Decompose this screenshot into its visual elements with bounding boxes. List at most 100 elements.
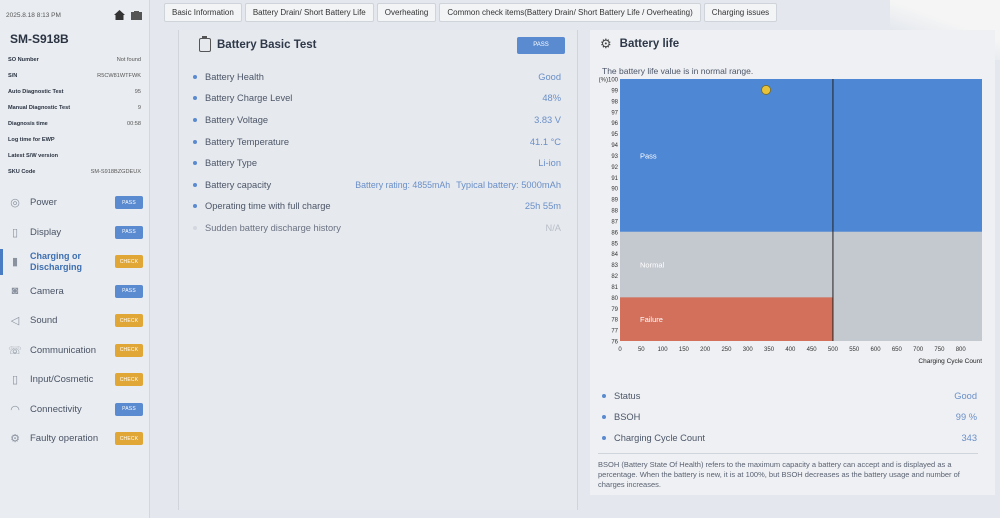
bullet <box>193 117 197 122</box>
info-key: Log time for EWP <box>8 137 55 143</box>
top-tabs: Basic Information Battery Drain/ Short Ba… <box>164 3 778 23</box>
test-value: 41.1 °C <box>529 136 561 147</box>
category-item[interactable]: ◎ Power PASS <box>0 188 149 218</box>
category-item[interactable]: ▮ Charging or Discharging CHECK <box>0 247 149 277</box>
tab[interactable]: Basic Information <box>164 3 242 22</box>
x-tick-label: 700 <box>913 347 924 353</box>
category-label: Connectivity <box>30 403 82 415</box>
y-tick-label: 89 <box>611 198 618 204</box>
y-tick-label: 88 <box>611 209 618 215</box>
test-value: N/A <box>545 222 562 233</box>
data-point <box>761 85 771 95</box>
test-value: 48% <box>542 93 561 104</box>
x-tick-label: 200 <box>700 347 711 353</box>
y-tick-label: 82 <box>611 274 618 280</box>
battery-basic-test-panel: Battery Basic Test PASS Battery Health Go… <box>178 30 578 510</box>
y-tick-label: 93 <box>611 154 618 160</box>
test-value: 25h 55m <box>524 201 561 212</box>
test-value-extra: Battery rating: 4855mAh <box>355 179 451 190</box>
category-item[interactable]: ⚙ Faulty operation CHECK <box>0 424 149 454</box>
y-tick-label: 84 <box>611 252 618 258</box>
info-row: SKU Code SM-S918BZGDEUX <box>8 164 141 180</box>
category-item[interactable]: ◙ Camera PASS <box>0 277 149 307</box>
bullet <box>193 139 197 144</box>
stat-label: Charging Cycle Count <box>614 432 705 443</box>
display-icon: ▯ <box>11 226 19 239</box>
info-row: Log time for EWP <box>8 132 141 148</box>
device-info-table: SO Number Not found S/N R5CW81WTFWK Auto Dia… <box>0 50 149 182</box>
category-item[interactable]: ▯ Display PASS <box>0 218 149 248</box>
category-label: Camera <box>30 285 64 297</box>
test-label: Operating time with full charge <box>205 201 331 212</box>
bullet <box>602 414 606 419</box>
bullet <box>193 225 197 230</box>
x-tick-label: 650 <box>892 347 903 353</box>
panel-title: Battery Basic Test <box>217 39 317 51</box>
info-key: Manual Diagnostic Test <box>8 105 71 111</box>
info-value: Not found <box>116 57 141 63</box>
wifi-icon: ◠ <box>10 403 20 416</box>
test-row: Sudden battery discharge history N/A <box>193 217 561 239</box>
test-value: Li-ion <box>538 158 561 169</box>
zone-label: Failure <box>640 315 663 324</box>
status-badge: PASS <box>115 225 143 239</box>
stat-row: BSOH 99 % <box>602 406 977 427</box>
battery-icon <box>131 10 142 20</box>
battery-life-chart: Pass Normal Failure 76 77 78 79 80 81 82 83 84 85 86 8… <box>599 78 983 366</box>
y-tick-label: (%)100 <box>599 78 619 84</box>
status-badge: CHECK <box>115 432 143 446</box>
tab[interactable]: Overheating <box>376 3 437 22</box>
category-label: Charging or Discharging <box>30 250 83 272</box>
gear-icon: ⚙ <box>600 36 612 51</box>
category-item[interactable]: ▯ Input/Cosmetic CHECK <box>0 365 149 395</box>
info-row: S/N R5CW81WTFWK <box>8 68 141 84</box>
status-badge: PASS <box>115 402 143 416</box>
stat-label: Status <box>614 390 641 401</box>
sidebar: 2025.8.18 8:13 PM SM-S918B SO Number Not … <box>0 0 150 518</box>
test-row: Operating time with full charge 25h 55m <box>193 196 561 218</box>
info-value: R5CW81WTFWK <box>97 73 141 79</box>
category-label: Display <box>30 226 62 238</box>
battery-test-icon <box>199 36 211 52</box>
test-label: Sudden battery discharge history <box>205 222 341 233</box>
x-tick-label: 150 <box>679 347 690 353</box>
test-value: Good <box>538 71 561 82</box>
y-tick-label: 98 <box>611 99 618 105</box>
category-item[interactable]: ◁ Sound CHECK <box>0 306 149 336</box>
battery-charging-icon: ▮ <box>11 256 19 269</box>
status-bar: 2025.8.18 8:13 PM <box>0 0 149 30</box>
camera-icon: ◙ <box>11 285 19 298</box>
test-label: Battery Temperature <box>205 136 290 147</box>
stat-row: Status Good <box>602 385 977 406</box>
info-key: SO Number <box>8 57 39 63</box>
bsoh-description: BSOH (Battery State Of Health) refers to… <box>598 453 978 490</box>
test-label: Battery Charge Level <box>205 93 293 104</box>
stat-value: 343 <box>961 432 977 443</box>
category-item[interactable]: ◠ Connectivity PASS <box>0 395 149 425</box>
home-icon[interactable] <box>114 10 125 20</box>
pass-button[interactable]: PASS <box>517 36 565 54</box>
status-badge: PASS <box>115 196 143 210</box>
tab[interactable]: Charging issues <box>703 3 778 22</box>
y-tick-label: 87 <box>611 219 618 225</box>
y-tick-label: 94 <box>611 143 618 149</box>
category-label: Faulty operation <box>30 433 99 445</box>
y-tick-label: 81 <box>611 285 618 291</box>
stat-row: Charging Cycle Count 343 <box>602 427 977 448</box>
bullet <box>602 435 606 440</box>
tab[interactable]: Common check items(Battery Drain/ Short … <box>439 3 701 22</box>
tab[interactable]: Battery Drain/ Short Battery Life <box>244 3 374 22</box>
bullet <box>193 161 197 166</box>
y-tick-label: 95 <box>611 132 618 138</box>
category-item[interactable]: ☏ Communication CHECK <box>0 336 149 366</box>
panel-title: Battery life <box>619 38 680 50</box>
y-tick-label: 86 <box>611 230 618 236</box>
test-row: Battery Voltage 3.83 V <box>193 109 561 131</box>
info-row: SO Number Not found <box>8 52 141 68</box>
bullet <box>193 96 197 101</box>
info-value: 95 <box>134 89 141 95</box>
y-tick-label: 85 <box>611 241 618 247</box>
y-tick-label: 90 <box>611 187 618 193</box>
info-row: Auto Diagnostic Test 95 <box>8 84 141 100</box>
x-tick-label: 250 <box>721 347 732 353</box>
